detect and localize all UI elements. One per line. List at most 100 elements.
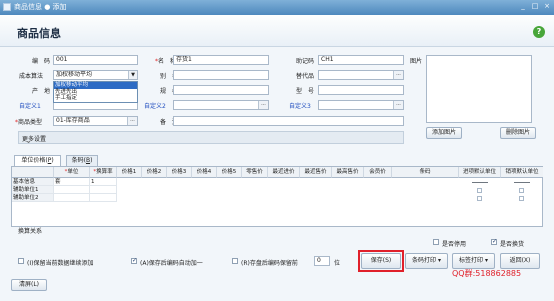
more-settings-bar[interactable]: 更多设置 ⌄ [18, 131, 404, 145]
grid-header-corner [12, 167, 54, 178]
grid-header-out-default: 销项默认单位 [501, 167, 543, 178]
grid-cell-rate[interactable] [90, 194, 117, 202]
custom3-label[interactable]: 自定义3 [289, 101, 311, 110]
chevron-down-icon: ⌄ [26, 138, 32, 145]
barcode-print-label: 条码打印 [412, 257, 437, 264]
cost-method-select[interactable]: 加权移动平均 ▼ [53, 70, 138, 80]
cost-method-value: 加权移动平均 [56, 71, 93, 78]
image-label: 图片 [410, 58, 423, 65]
mnemonic-input[interactable]: CH1 [318, 55, 404, 65]
in-default-checkbox[interactable] [477, 196, 482, 201]
keep-data-label: (I)保留当前数据继续添加 [27, 260, 94, 267]
grid-header-price1: 价格1 [117, 167, 142, 178]
grid-header-barcode: 条码 [392, 167, 459, 178]
grid-cell-unit[interactable]: 套 [54, 178, 90, 186]
grid-row-label: 基本信息 [12, 178, 54, 186]
name-input[interactable]: 存货1 [173, 55, 269, 65]
grid-cell-unit[interactable] [54, 194, 90, 202]
barcode-print-button[interactable]: 条码打印 ▾ [405, 253, 448, 269]
check-stock-label: 是否换货 [500, 241, 525, 248]
model-label: 型 号 [296, 88, 315, 95]
code-input[interactable]: 001 [53, 55, 138, 65]
keep-code-unit: 位 [334, 260, 341, 267]
title-bar: 商品信息 ● 添加 _ □ × [0, 0, 554, 15]
category-value: 01-库存商品 [56, 117, 90, 124]
grid-cell-unit[interactable] [54, 186, 90, 194]
chevron-down-icon: ▾ [437, 257, 441, 264]
grid-header-max-sale: 最高售价 [332, 167, 364, 178]
substitute-input[interactable]: ... [318, 70, 404, 80]
cost-method-dropdown[interactable]: 加权移动平均 先进先出 手工指定 [53, 81, 138, 103]
grid-header-member: 会员价 [364, 167, 392, 178]
minimize-button[interactable]: _ [518, 2, 528, 11]
window-title: 商品信息 ● 添加 [14, 3, 67, 11]
grid-header-rate: *换算率 [90, 167, 117, 178]
check-stock-checkbox[interactable] [491, 238, 497, 245]
back-button[interactable]: 返回(X) [500, 253, 540, 269]
stop-use-checkbox[interactable] [433, 239, 439, 245]
spec-input[interactable] [173, 85, 269, 95]
grid-header-price5: 价格5 [217, 167, 242, 178]
auto-code-label: (A)保存后编码自动加一 [140, 260, 203, 267]
grid-header-price4: 价格4 [192, 167, 217, 178]
tab-unit-price[interactable]: 单位价格(P) [14, 155, 61, 166]
cost-method-label: 成本算法 [19, 73, 44, 80]
tab-barcode[interactable]: 条码(B) [66, 155, 98, 166]
cost-option-3[interactable]: 手工指定 [54, 95, 137, 102]
grid-header-unit: *单位 [54, 167, 90, 178]
grid-header-retail: 零售价 [242, 167, 268, 178]
mnemonic-label: 助记码 [296, 58, 315, 65]
alias-input[interactable] [173, 70, 269, 80]
out-default-checkbox[interactable] [519, 188, 524, 193]
keep-code-checkbox[interactable] [232, 258, 238, 264]
label-print-label: 标签打印 [459, 257, 484, 264]
custom3-input[interactable]: ... [318, 100, 404, 110]
save-button[interactable]: 保存(S) [361, 253, 401, 269]
close-button[interactable]: × [542, 2, 552, 11]
model-input[interactable] [318, 85, 404, 95]
label-print-button[interactable]: 标签打印 ▾ [452, 253, 495, 269]
out-default-checkbox[interactable] [519, 196, 524, 201]
qq-watermark: QQ群:518862885 [452, 269, 522, 278]
ellipsis-icon[interactable]: ... [393, 101, 403, 109]
ellipsis-icon[interactable]: ... [258, 101, 268, 109]
in-default-dash [472, 182, 488, 183]
chevron-down-icon[interactable]: ▼ [128, 71, 137, 79]
in-default-checkbox[interactable] [477, 188, 482, 193]
grid-header-price2: 价格2 [142, 167, 167, 178]
chevron-down-icon: ▾ [484, 257, 488, 264]
grid-row-label: 辅助单位1 [12, 186, 54, 194]
auto-code-checkbox[interactable] [131, 257, 137, 264]
delete-image-button[interactable]: 删除图片 [500, 127, 536, 139]
category-label: *商品类型 [15, 119, 43, 126]
image-preview [426, 55, 532, 123]
grid-header-last-purchase: 最近进价 [268, 167, 300, 178]
out-default-dash [514, 182, 530, 183]
origin-label: 产 地 [32, 88, 51, 95]
conversion-label: 换算关系 [18, 228, 43, 235]
remark-input[interactable] [173, 116, 404, 126]
ellipsis-icon[interactable]: ... [127, 117, 137, 125]
help-icon[interactable]: ? [533, 26, 545, 38]
grid-header-last-sale: 最近售价 [300, 167, 332, 178]
ellipsis-icon[interactable]: ... [393, 71, 403, 79]
clear-button[interactable]: 清屏(L) [11, 279, 47, 291]
grid-header-in-default: 进项默认单位 [459, 167, 501, 178]
category-input[interactable]: 01-库存商品 ... [53, 116, 138, 126]
grid-cell-rate[interactable] [90, 186, 117, 194]
custom1-label[interactable]: 自定义1 [19, 101, 41, 110]
keep-data-checkbox[interactable] [18, 258, 24, 264]
code-label: 编 码 [32, 58, 51, 65]
keep-code-count-input[interactable]: 0 [314, 256, 330, 266]
tab-unit-price-label: 单位价格 [21, 157, 46, 164]
stop-use-label: 是否停用 [442, 241, 467, 248]
custom2-input[interactable]: ... [173, 100, 269, 110]
add-image-button[interactable]: 添加图片 [426, 127, 462, 139]
substitute-label: 替代品 [296, 73, 315, 80]
grid-cell-rate[interactable]: 1 [90, 178, 117, 186]
unit-price-grid[interactable]: *单位 *换算率 价格1 价格2 价格3 价格4 价格5 零售价 最近进价 最近… [11, 166, 543, 227]
maximize-button[interactable]: □ [530, 2, 540, 11]
grid-header-price3: 价格3 [167, 167, 192, 178]
custom2-label[interactable]: 自定义2 [144, 101, 166, 110]
app-icon [3, 3, 11, 11]
